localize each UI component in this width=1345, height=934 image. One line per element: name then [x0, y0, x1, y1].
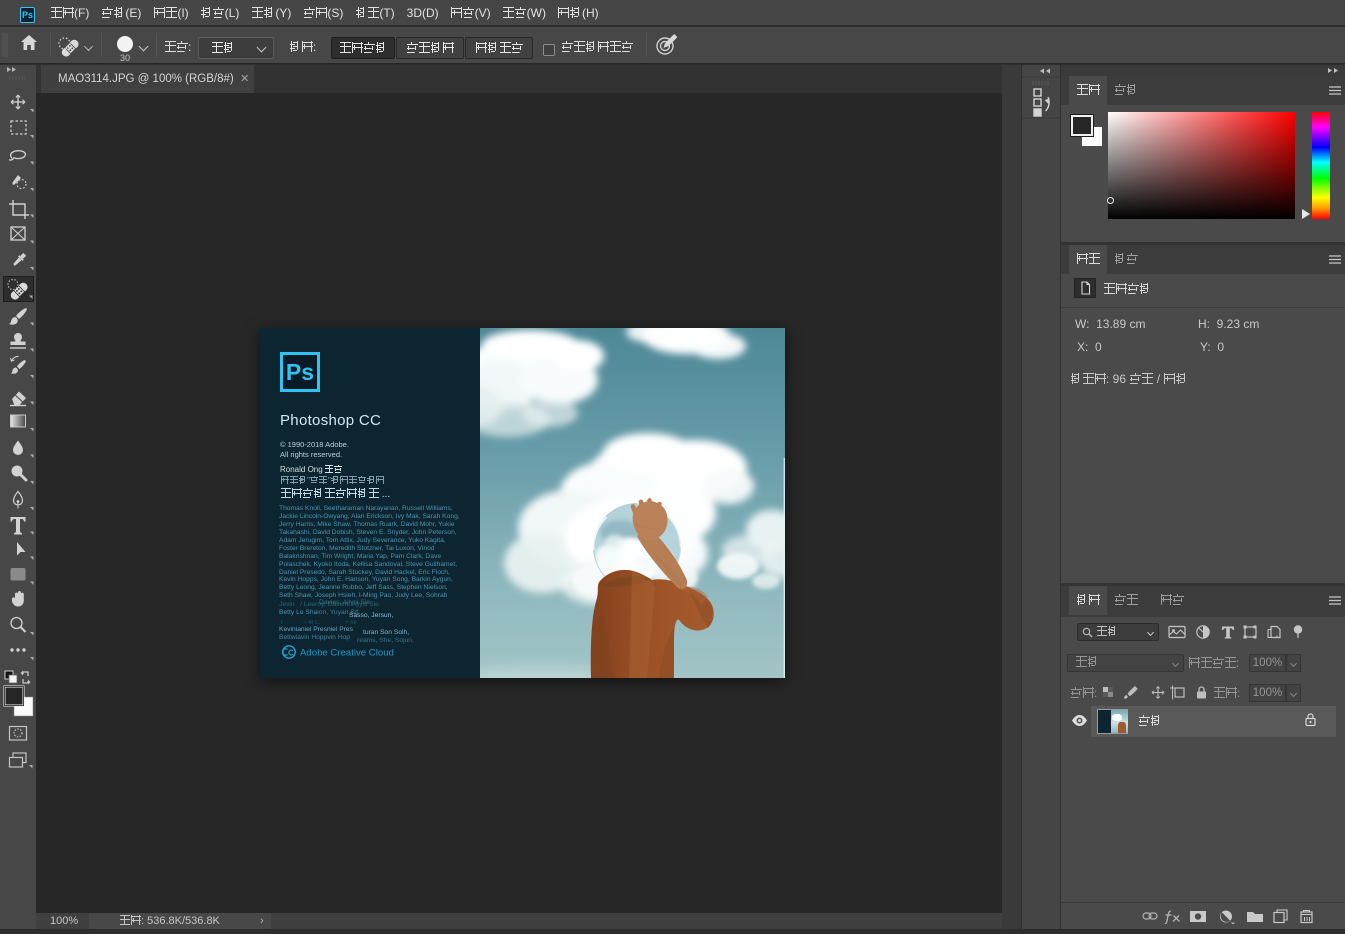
svg-text:Adobe Creative Cloud: Adobe Creative Cloud [300, 648, 394, 659]
